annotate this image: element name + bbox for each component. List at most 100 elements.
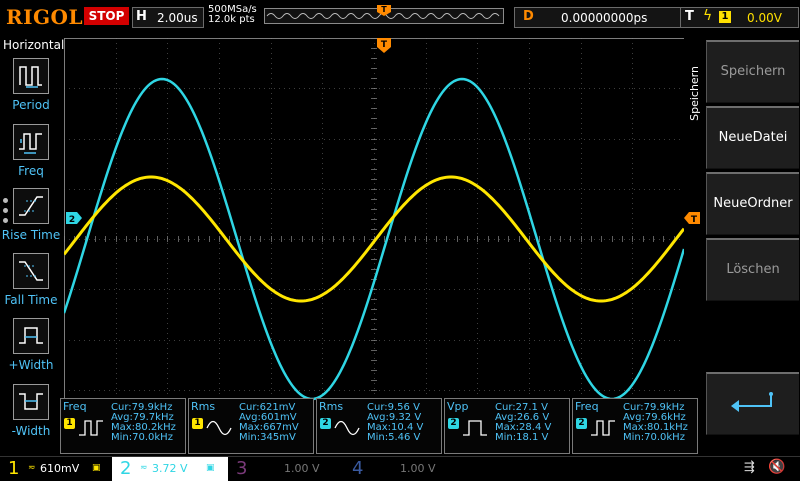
negative-width-icon <box>13 384 49 420</box>
measure-positive-width-label: +Width <box>8 358 54 372</box>
measure-freq-label: Freq <box>18 164 44 178</box>
ch1-coupling-icon: ≂ <box>28 463 36 473</box>
measurement-4[interactable]: Vpp 2 Cur:27.1 V Avg:26.6 V Max:28.4 V Min:18… <box>444 398 570 454</box>
edge-trigger-icon: ϟ <box>703 8 713 24</box>
channel-status-bar: 1 ≂ 610mV ▣ 2 ≂ 3.72 V ▣ 3 1.00 V 4 1.00… <box>0 456 800 481</box>
delay-label: D <box>523 9 534 24</box>
measurement-name: Freq <box>575 400 599 413</box>
memory-trigger-label: T <box>381 5 387 14</box>
timebase-value: 2.00us <box>157 11 198 25</box>
measure-positive-width-button[interactable]: +Width <box>0 318 62 372</box>
enter-button[interactable] <box>706 372 799 435</box>
measure-period-button[interactable]: Period <box>0 58 62 112</box>
measurement-values: Cur:9.56 V Avg:9.32 V Max:10.4 V Min:5.46 V <box>367 403 423 443</box>
waveform-display[interactable] <box>64 38 684 440</box>
vpp-measure-icon <box>463 420 487 436</box>
ch2-coupling-icon: ≂ <box>140 463 148 473</box>
top-status-bar: RIGOL STOP H 2.00us 500MSa/s 12.0k pts T… <box>0 0 800 36</box>
ch3-number: 3 <box>236 458 248 479</box>
freq-measure-icon <box>79 420 103 436</box>
save-menu-title: Speichern <box>688 66 701 121</box>
measurement-source-badge: 2 <box>576 418 587 429</box>
neue-datei-button[interactable]: NeueDatei <box>706 106 799 169</box>
measurement-min: Min:18.1 V <box>495 432 549 443</box>
measurement-name: Freq <box>63 400 87 413</box>
measure-rise-time-button[interactable]: Rise Time <box>0 188 62 242</box>
measurement-values: Cur:621mV Avg:601mV Max:667mV Min:345mV <box>239 403 299 443</box>
measure-negative-width-label: -Width <box>11 424 51 438</box>
ch2-ground-label: 2 <box>69 215 75 224</box>
fall-time-icon <box>13 253 49 289</box>
enter-arrow-icon <box>731 391 773 412</box>
measurement-5[interactable]: Freq 2 Cur:79.9kHz Avg:79.6kHz Max:80.1kHz Mi… <box>572 398 698 454</box>
trigger-box[interactable]: T ϟ 1 0.00V <box>680 7 799 28</box>
measure-rise-time-label: Rise Time <box>1 228 61 242</box>
graticule <box>64 38 684 440</box>
usb-icon: ⇶ <box>744 460 755 475</box>
measurement-min: Min:70.0kHz <box>623 432 685 443</box>
measurement-name: Rms <box>319 400 344 413</box>
trigger-label: T <box>685 9 694 24</box>
ch2-number: 2 <box>120 458 132 479</box>
ch3-status[interactable]: 3 1.00 V <box>228 457 344 481</box>
measurement-name: Rms <box>191 400 216 413</box>
delay-value: 0.00000000ps <box>561 11 648 25</box>
ch1-bandwidth-icon: ▣ <box>92 463 101 473</box>
measurement-values: Cur:79.9kHz Avg:79.6kHz Max:80.1kHz Min:70.… <box>623 403 688 443</box>
memory-depth: 12.0k pts <box>208 14 255 25</box>
loeschen-button[interactable]: Löschen <box>706 238 799 301</box>
measure-menu-title: Horizontal <box>3 38 65 52</box>
measure-fall-time-label: Fall Time <box>4 293 58 307</box>
measurement-min: Min:5.46 V <box>367 432 421 443</box>
ch1-status[interactable]: 1 ≂ 610mV ▣ <box>0 457 112 481</box>
measurement-2[interactable]: Rms 1 Cur:621mV Avg:601mV Max:667mV Min:345mV <box>188 398 314 454</box>
measurement-source-badge: 1 <box>192 418 203 429</box>
positive-width-icon <box>13 318 49 354</box>
measurement-values: Cur:27.1 V Avg:26.6 V Max:28.4 V Min:18.1 V <box>495 403 551 443</box>
trigger-source-badge: 1 <box>719 11 731 23</box>
ch4-number: 4 <box>352 458 364 479</box>
horizontal-label: H <box>136 9 147 24</box>
trigger-position-marker[interactable]: T <box>377 38 391 54</box>
period-icon <box>13 58 49 94</box>
acquisition-info: 500MSa/s 12.0k pts <box>208 5 257 25</box>
ch4-status[interactable]: 4 1.00 V <box>344 457 460 481</box>
trigger-level-value: 0.00V <box>747 11 782 25</box>
ch2-bandwidth-icon: ▣ <box>206 463 215 473</box>
measurement-source-badge: 1 <box>64 418 75 429</box>
speichern-button[interactable]: Speichern <box>706 40 799 103</box>
run-stop-indicator[interactable]: STOP <box>84 7 129 25</box>
delay-box[interactable]: D 0.00000000ps <box>514 7 696 28</box>
measure-period-label: Period <box>12 98 50 112</box>
ch3-scale: 1.00 V <box>284 462 320 475</box>
measurement-name: Vpp <box>447 400 469 413</box>
ch2-scale: 3.72 V <box>152 462 188 475</box>
measurement-source-badge: 2 <box>320 418 331 429</box>
rms-measure-icon <box>206 420 232 436</box>
measure-freq-button[interactable]: Freq <box>0 124 62 178</box>
ch1-scale: 610mV <box>40 462 80 475</box>
freq-measure-icon <box>591 420 615 436</box>
measure-menu: Horizontal Period Freq Rise Time Fall Ti… <box>0 36 65 456</box>
measurement-min: Min:345mV <box>239 432 296 443</box>
speaker-mute-icon[interactable]: 🔇 <box>768 459 785 475</box>
brand-logo: RIGOL <box>6 5 84 29</box>
ch1-number: 1 <box>8 458 20 479</box>
measurement-min: Min:70.0kHz <box>111 432 173 443</box>
measure-fall-time-button[interactable]: Fall Time <box>0 253 62 307</box>
ch2-status[interactable]: 2 ≂ 3.72 V ▣ <box>112 457 228 481</box>
timebase-box[interactable]: H 2.00us <box>132 7 204 28</box>
trigger-position-label: T <box>381 40 388 50</box>
measurement-1[interactable]: Freq 1 Cur:79.9kHz Avg:79.7kHz Max:80.2kHz Mi… <box>60 398 186 454</box>
save-menu: Speichern Speichern NeueDatei NeueOrdner… <box>688 36 800 456</box>
measurement-3[interactable]: Rms 2 Cur:9.56 V Avg:9.32 V Max:10.4 V Min:5.… <box>316 398 442 454</box>
rise-time-icon <box>13 188 49 224</box>
rms-measure-icon <box>334 420 360 436</box>
neue-ordner-button[interactable]: NeueOrdner <box>706 172 799 235</box>
measure-negative-width-button[interactable]: -Width <box>0 384 62 438</box>
memory-waveform-overview[interactable]: T <box>264 5 504 27</box>
measurement-values: Cur:79.9kHz Avg:79.7kHz Max:80.2kHz Min:70.… <box>111 403 176 443</box>
measurement-source-badge: 2 <box>448 418 459 429</box>
ch4-scale: 1.00 V <box>400 462 436 475</box>
ch2-ground-marker[interactable]: 2 <box>66 212 82 224</box>
